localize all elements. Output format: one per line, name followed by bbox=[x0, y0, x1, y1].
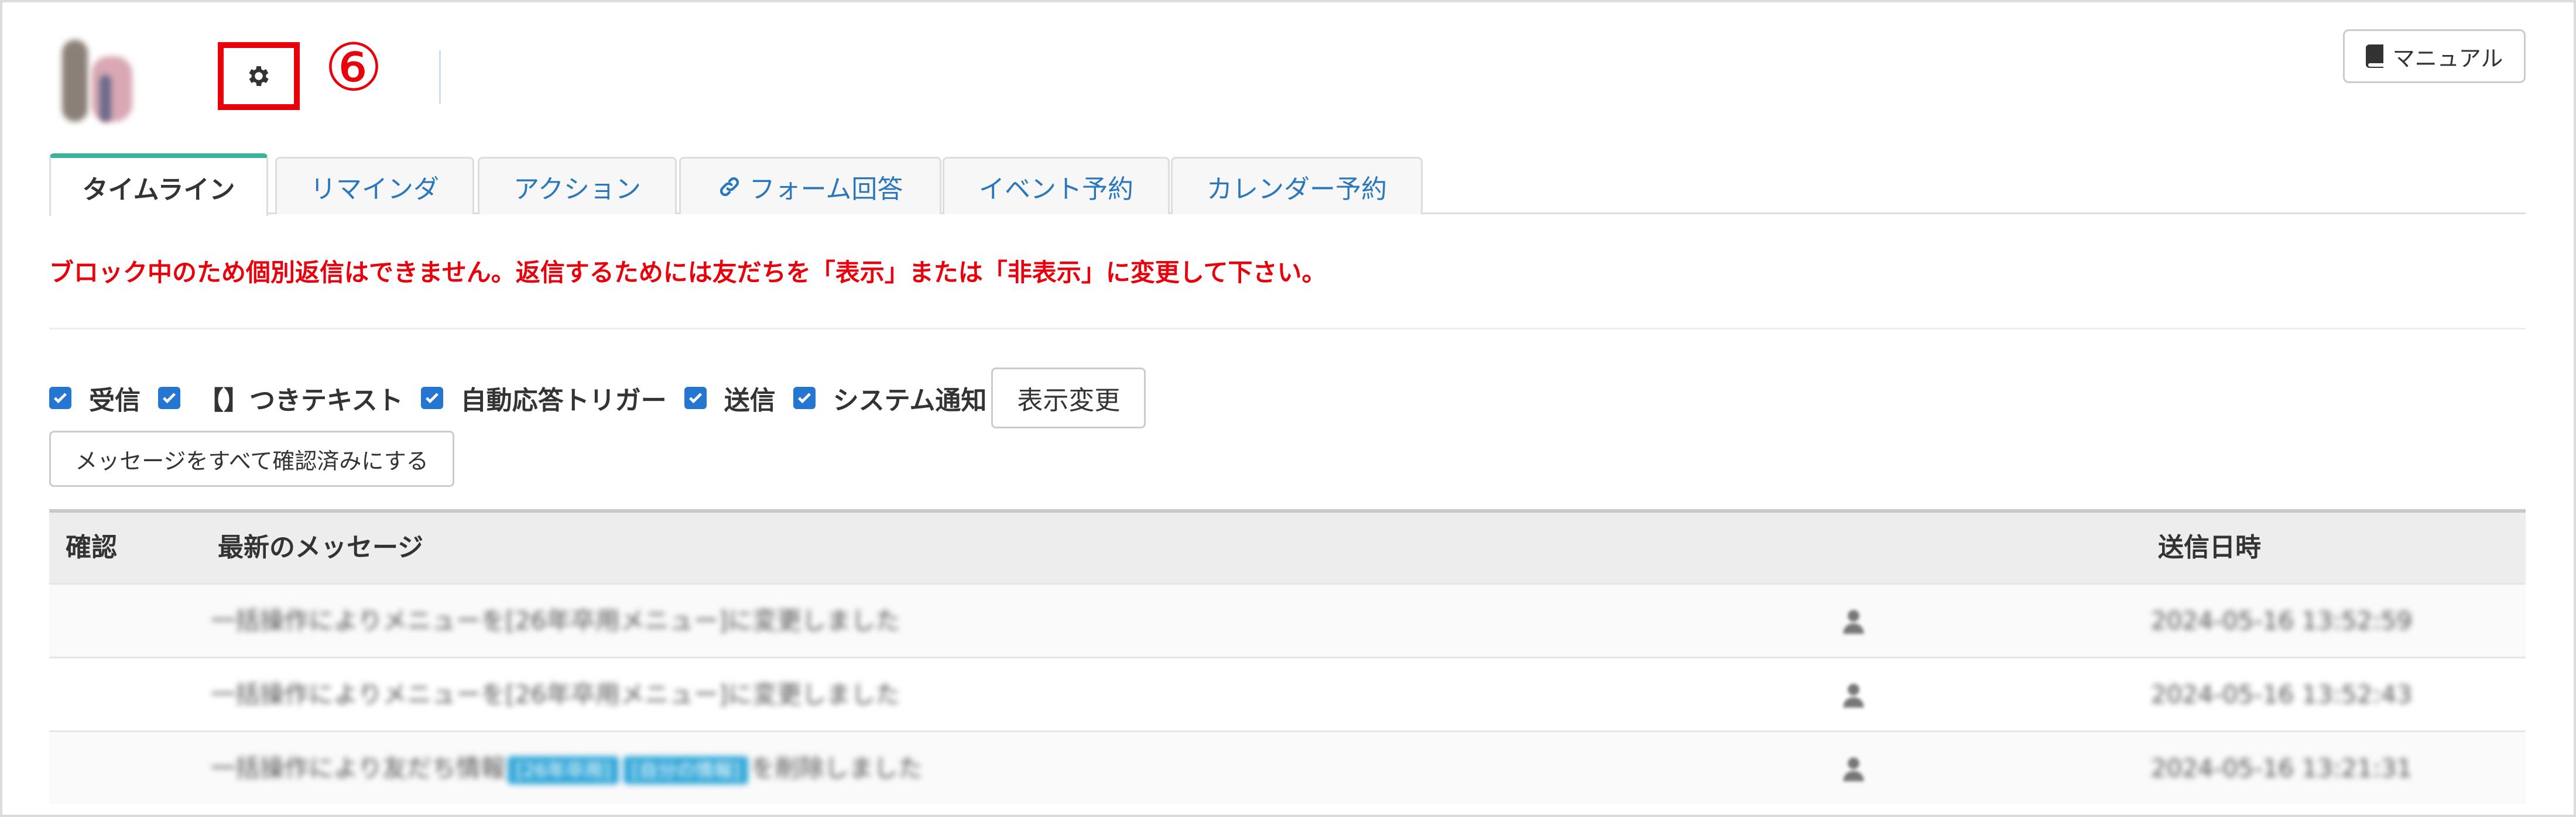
mark-all-read-button[interactable]: メッセージをすべて確認済みにする bbox=[49, 431, 454, 487]
tab-label: タイムライン bbox=[82, 174, 235, 205]
filter-label: システム通知 bbox=[833, 386, 987, 416]
check-icon bbox=[163, 393, 176, 404]
manual-button[interactable]: マニュアル bbox=[2343, 29, 2526, 83]
tab-label: リマインダ bbox=[310, 174, 439, 204]
table-row[interactable]: 一括操作により友だち情報 [26年卒用] [自分の情報] を削除しました 2024-0… bbox=[49, 730, 2526, 804]
book-icon bbox=[2365, 44, 2383, 68]
link-icon bbox=[720, 177, 739, 196]
row-date: 2024-05-16 13:52:43 bbox=[2151, 680, 2413, 709]
tab-reminder[interactable]: リマインダ bbox=[275, 157, 474, 214]
tab-bar: タイムライン リマインダ アクション フォーム回答 イベント予約 カレンダー予約 bbox=[49, 153, 2526, 216]
column-header-sent-at: 送信日時 bbox=[2158, 533, 2261, 562]
tab-label: フォーム回答 bbox=[749, 174, 903, 204]
checkbox-system-notice[interactable] bbox=[793, 387, 816, 409]
tag-badge: [26年卒用] bbox=[508, 756, 619, 784]
check-icon bbox=[688, 393, 702, 404]
filter-label: 送信 bbox=[724, 386, 776, 416]
row-date: 2024-05-16 13:21:31 bbox=[2151, 754, 2413, 782]
user-icon bbox=[1843, 757, 1864, 781]
gear-icon bbox=[249, 66, 269, 86]
tab-label: イベント予約 bbox=[979, 174, 1133, 204]
filter-label: 【】つきテキスト bbox=[198, 386, 403, 416]
step-number-annotation: ⑥ bbox=[324, 30, 383, 106]
row-message: 一括操作によりメニューを[26年卒用メニュー]に変更しました bbox=[211, 606, 900, 635]
filter-label: 受信 bbox=[89, 386, 141, 416]
row-date: 2024-05-16 13:52:59 bbox=[2151, 606, 2413, 635]
message-type-filters: 受信 【】つきテキスト 自動応答トリガー 送信 システム通知 表示変更 bbox=[49, 368, 1146, 428]
tab-action[interactable]: アクション bbox=[478, 157, 677, 214]
settings-gear-button[interactable] bbox=[218, 42, 300, 110]
display-change-button[interactable]: 表示変更 bbox=[991, 368, 1146, 428]
avatar[interactable] bbox=[59, 40, 133, 126]
table-row[interactable]: 一括操作によりメニューを[26年卒用メニュー]に変更しました 2024-05-1… bbox=[49, 583, 2526, 657]
table-header: 確認 最新のメッセージ 送信日時 bbox=[49, 509, 2526, 583]
checkbox-sent[interactable] bbox=[684, 387, 707, 409]
tab-form-response[interactable]: フォーム回答 bbox=[679, 157, 941, 214]
checkbox-auto-reply-trigger[interactable] bbox=[420, 387, 443, 409]
check-icon bbox=[54, 393, 67, 404]
tab-label: アクション bbox=[513, 174, 641, 204]
check-icon bbox=[797, 393, 811, 404]
message-table: 確認 最新のメッセージ 送信日時 一括操作によりメニューを[26年卒用メニュー]… bbox=[49, 509, 2526, 804]
row-message-suffix: を削除しました bbox=[750, 754, 923, 782]
section-divider bbox=[49, 328, 2526, 329]
row-message: 一括操作によりメニューを[26年卒用メニュー]に変更しました bbox=[211, 680, 900, 709]
tab-event-booking[interactable]: イベント予約 bbox=[943, 157, 1170, 214]
filter-auto-reply-trigger[interactable]: 自動応答トリガー bbox=[420, 379, 667, 417]
filter-received[interactable]: 受信 bbox=[49, 379, 141, 417]
row-message: 一括操作により友だち情報 [26年卒用] [自分の情報] を削除しました bbox=[211, 732, 923, 804]
checkbox-received[interactable] bbox=[49, 387, 71, 409]
column-header-latest-message: 最新のメッセージ bbox=[218, 533, 424, 562]
table-row[interactable]: 一括操作によりメニューを[26年卒用メニュー]に変更しました 2024-05-1… bbox=[49, 657, 2526, 730]
column-header-confirm: 確認 bbox=[66, 533, 117, 562]
filter-label: 自動応答トリガー bbox=[460, 386, 667, 416]
check-icon bbox=[425, 393, 439, 404]
user-icon bbox=[1843, 610, 1864, 634]
tag-badge: [自分の情報] bbox=[623, 756, 748, 784]
tab-label: カレンダー予約 bbox=[1207, 174, 1387, 204]
user-icon bbox=[1843, 684, 1864, 708]
blocked-warning-message: ブロック中のため個別返信はできません。返信するためには友だちを「表示」または「非… bbox=[49, 258, 1327, 287]
filter-sent[interactable]: 送信 bbox=[684, 379, 776, 417]
filter-bracket-text[interactable]: 【】つきテキスト bbox=[158, 379, 403, 417]
filter-system-notice[interactable]: システム通知 bbox=[793, 379, 987, 417]
tab-calendar-booking[interactable]: カレンダー予約 bbox=[1171, 157, 1423, 214]
tab-timeline[interactable]: タイムライン bbox=[49, 153, 268, 216]
header-divider bbox=[439, 50, 441, 104]
checkbox-bracket-text[interactable] bbox=[158, 387, 180, 409]
row-message-prefix: 一括操作により友だち情報 bbox=[211, 754, 506, 782]
manual-button-label: マニュアル bbox=[2392, 45, 2503, 71]
